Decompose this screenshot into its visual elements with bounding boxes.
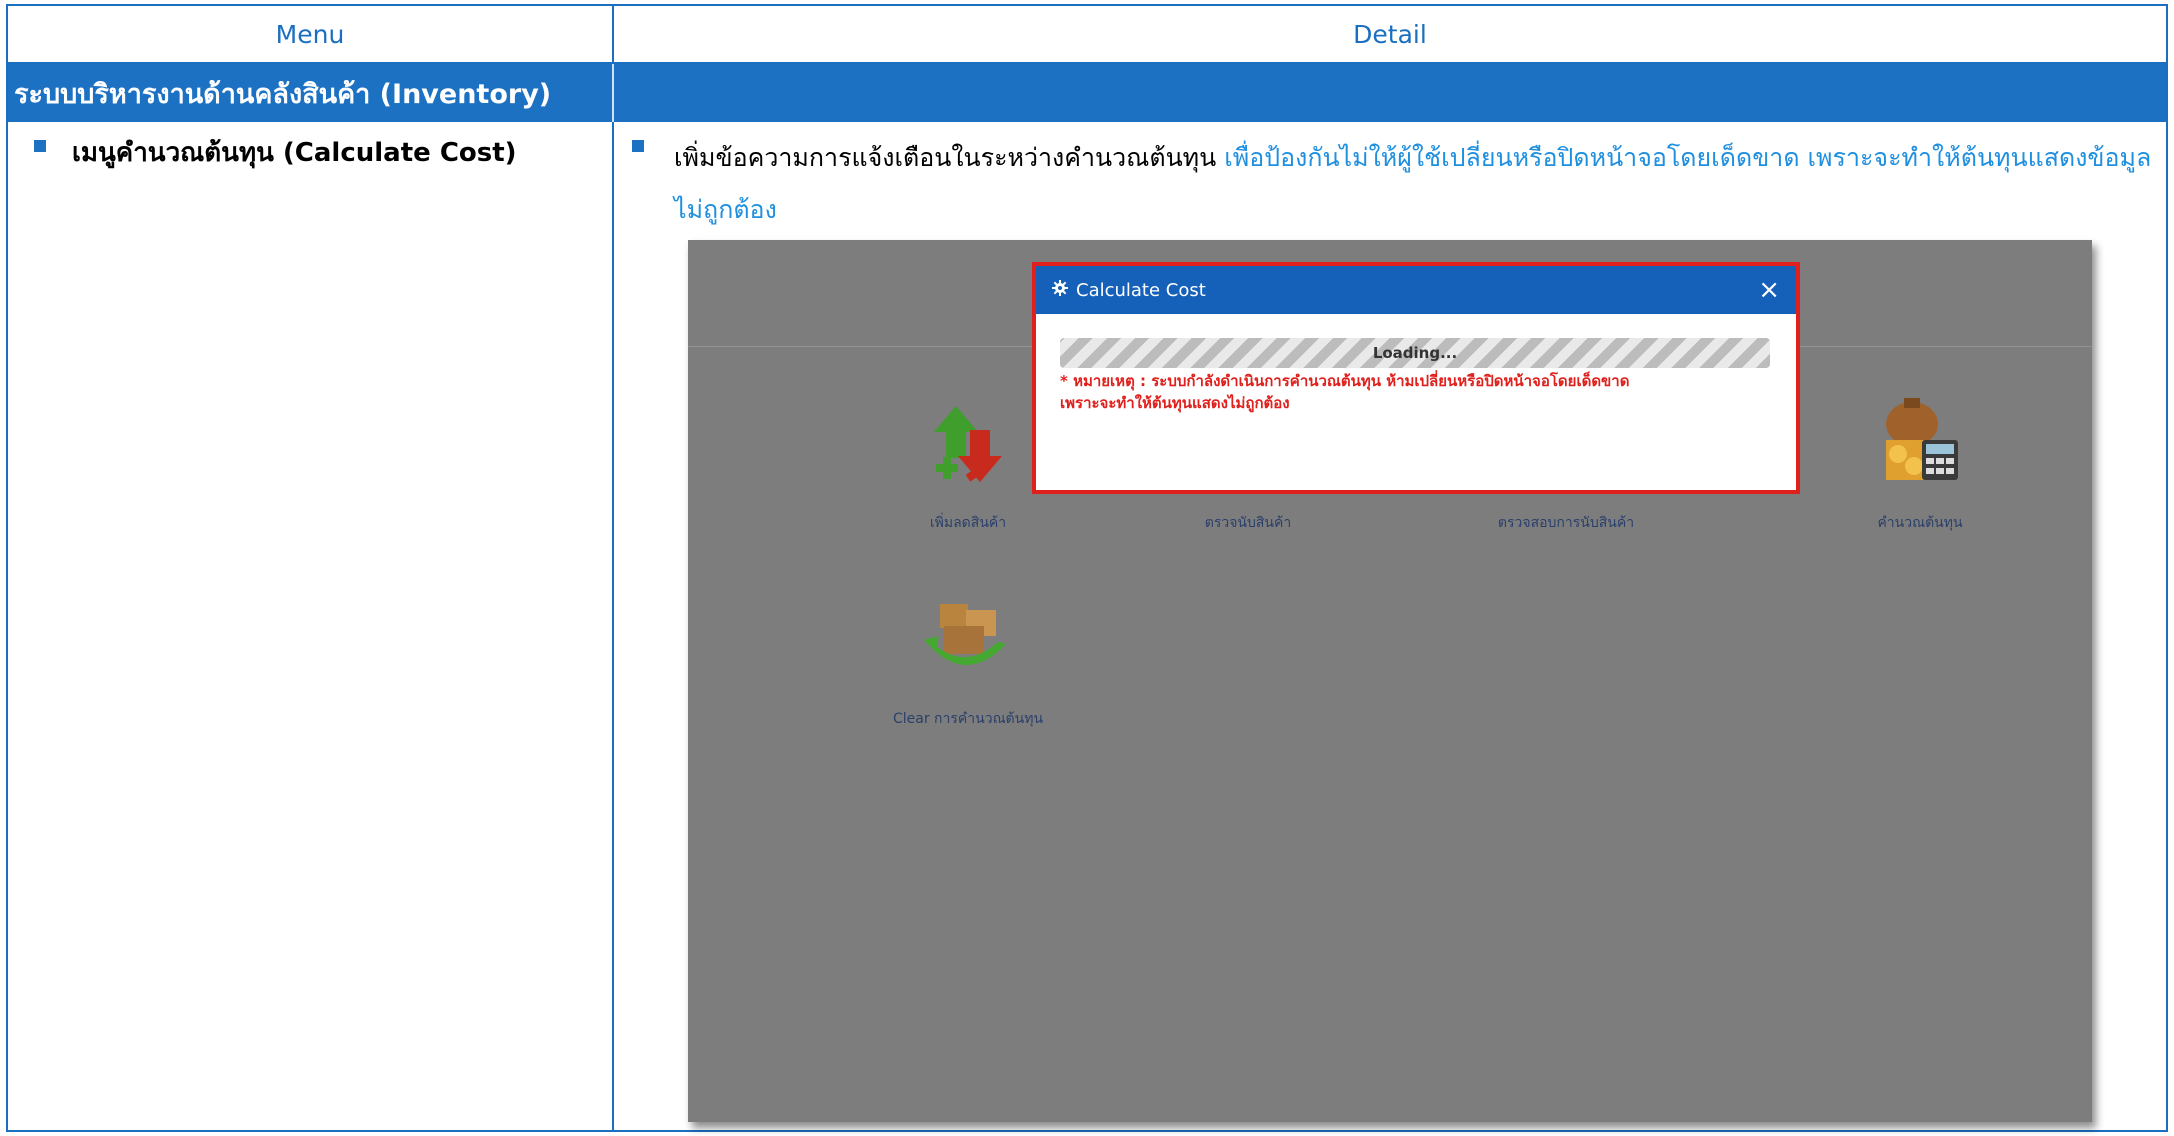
column-divider <box>612 6 614 1130</box>
gear-icon <box>1052 279 1068 301</box>
detail-description: เพิ่มข้อความการแจ้งเตือนในระหว่างคำนวณต้… <box>674 132 2164 236</box>
dialog-title: Calculate Cost <box>1076 279 1206 301</box>
calculate-cost-icon <box>1886 398 1958 480</box>
embedded-screenshot: เพิ่มลดสินค้า ตรวจนับสินค้า ตรวจสอบการนั… <box>688 240 2092 1122</box>
close-icon[interactable]: × <box>1758 277 1780 303</box>
menu-label-verify-count[interactable]: ตรวจสอบการนับสินค้า <box>1446 512 1686 534</box>
menu-label-calculate-cost[interactable]: คำนวณต้นทุน <box>1800 512 2040 534</box>
calculate-cost-dialog: Calculate Cost × Loading... * หมายเหตุ :… <box>1032 262 1800 494</box>
menu-label-clear-calculation[interactable]: Clear การคำนวณต้นทุน <box>848 708 1088 730</box>
section-row: ระบบบริหารงานด้านคลังสินค้า (Inventory) <box>8 64 2166 122</box>
warning-note: * หมายเหตุ : ระบบกำลังดำเนินการคำนวณต้นท… <box>1060 370 1780 414</box>
document-table: Menu Detail ระบบบริหารงานด้านคลังสินค้า … <box>6 4 2168 1132</box>
header-detail: Detail <box>1353 19 1427 49</box>
progress-label: Loading... <box>1372 344 1458 362</box>
menu-bullet-icon <box>34 140 46 152</box>
dialog-header: Calculate Cost × <box>1036 266 1796 314</box>
add-reduce-stock-icon <box>934 406 1002 482</box>
menu-label-add-reduce[interactable]: เพิ่มลดสินค้า <box>848 512 1088 534</box>
section-title: ระบบบริหารงานด้านคลังสินค้า (Inventory) <box>14 78 552 110</box>
warning-note-line-1: * หมายเหตุ : ระบบกำลังดำเนินการคำนวณต้นท… <box>1060 372 1630 390</box>
menu-item-label: เมนูคำนวณต้นทุน (Calculate Cost) <box>72 138 517 168</box>
header-menu: Menu <box>275 19 345 49</box>
detail-bullet-icon <box>632 140 644 152</box>
section-divider <box>612 64 614 122</box>
warning-note-line-2: เพราะจะทำให้ต้นทุนแสดงไม่ถูกต้อง <box>1060 394 1290 412</box>
loading-progress-bar: Loading... <box>1060 338 1770 368</box>
clear-calculation-icon <box>924 604 1006 665</box>
detail-text-plain: เพิ่มข้อความการแจ้งเตือนในระหว่างคำนวณต้… <box>674 143 1225 172</box>
menu-label-count-stock[interactable]: ตรวจนับสินค้า <box>1128 512 1368 534</box>
